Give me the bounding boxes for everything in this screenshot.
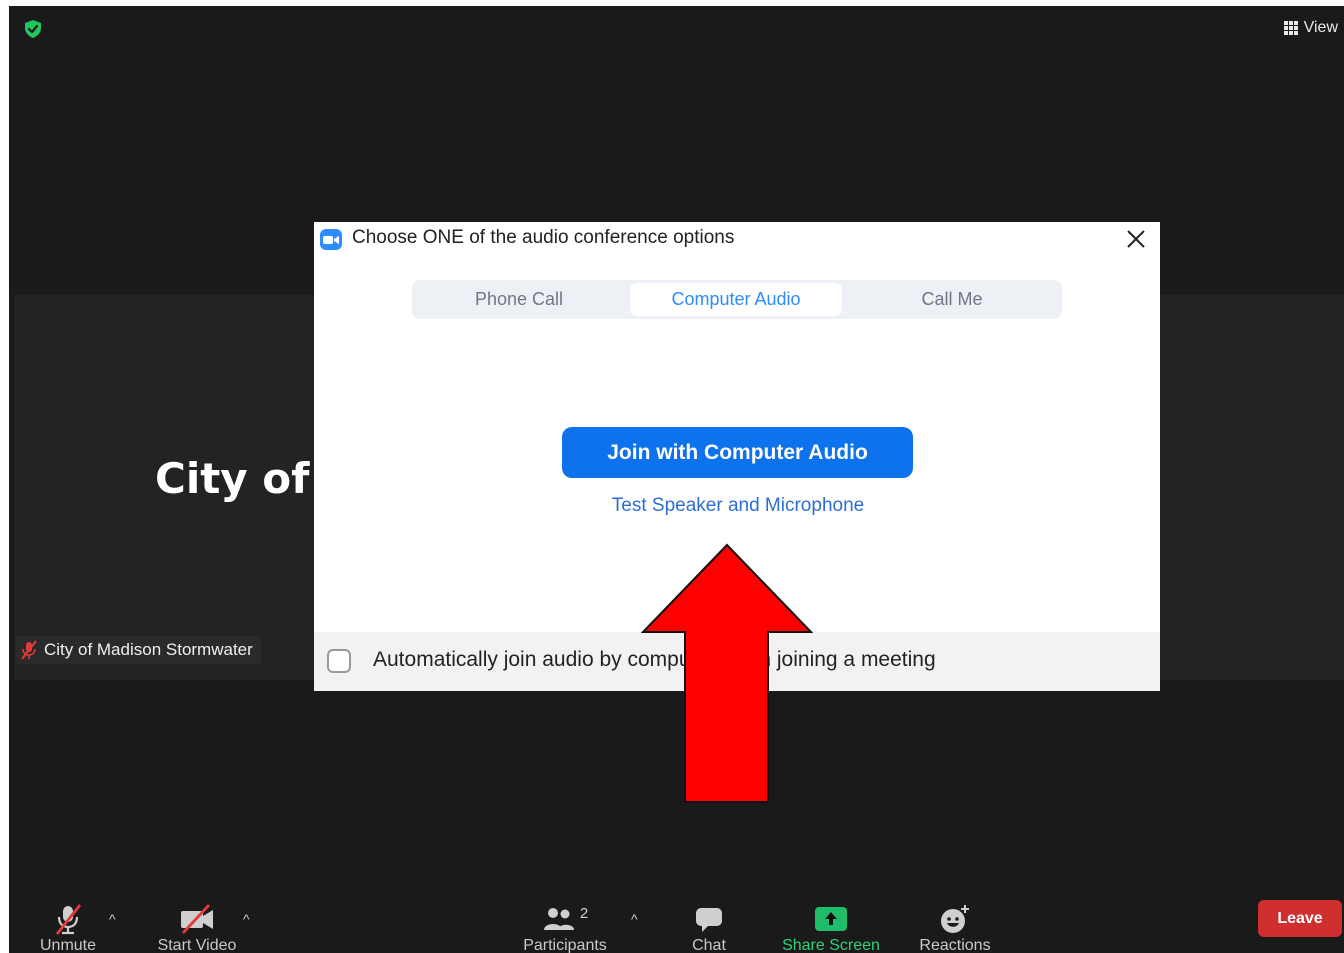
- participants-count: 2: [579, 905, 589, 922]
- join-computer-audio-button[interactable]: Join with Computer Audio: [562, 427, 913, 478]
- reactions-label: Reactions: [919, 937, 991, 953]
- audio-option-tabs: Phone Call Computer Audio Call Me: [412, 280, 1062, 319]
- video-options-caret[interactable]: ^: [243, 911, 250, 927]
- audio-options-caret[interactable]: ^: [109, 911, 116, 927]
- unmute-label: Unmute: [39, 937, 97, 953]
- unmute-button[interactable]: Unmute: [37, 903, 99, 953]
- chat-icon: [696, 908, 722, 932]
- share-screen-button[interactable]: Share Screen: [781, 903, 881, 953]
- red-arrow-annotation: [641, 543, 813, 803]
- shield-check-icon[interactable]: [23, 19, 43, 39]
- tab-phone-call[interactable]: Phone Call: [415, 283, 623, 316]
- participants-button[interactable]: 2 Participants: [519, 903, 611, 953]
- dialog-title: Choose ONE of the audio conference optio…: [352, 227, 735, 248]
- auto-join-checkbox[interactable]: [327, 649, 351, 673]
- grid-icon: [1283, 21, 1298, 35]
- participants-label: Participants: [523, 937, 607, 953]
- tab-computer-audio[interactable]: Computer Audio: [630, 283, 842, 316]
- reactions-icon: [941, 905, 969, 933]
- reactions-button[interactable]: Reactions: [915, 903, 995, 953]
- view-label: View: [1303, 19, 1338, 36]
- tab-call-me[interactable]: Call Me: [848, 283, 1056, 316]
- zoom-logo-icon: [320, 229, 342, 250]
- participant-name: City of Madison Stormwater: [44, 640, 253, 659]
- share-screen-icon: [815, 907, 847, 931]
- test-speaker-mic-link[interactable]: Test Speaker and Microphone: [536, 495, 940, 517]
- view-button[interactable]: View: [1283, 16, 1338, 40]
- mic-muted-icon: [55, 904, 82, 935]
- leave-button[interactable]: Leave: [1258, 900, 1342, 937]
- participant-display-name: City of: [155, 454, 310, 503]
- start-video-label: Start Video: [157, 937, 237, 953]
- participants-icon: [543, 908, 574, 930]
- chat-button[interactable]: Chat: [687, 903, 731, 953]
- mic-muted-icon: [21, 640, 37, 660]
- meeting-toolbar: Unmute ^ Start Video ^ 2 Participants ^ …: [9, 889, 1344, 953]
- participant-name-tag: City of Madison Stormwater: [16, 636, 261, 664]
- chat-label: Chat: [692, 937, 726, 953]
- participants-options-caret[interactable]: ^: [631, 911, 638, 927]
- share-screen-label: Share Screen: [782, 937, 880, 953]
- close-icon[interactable]: [1122, 225, 1150, 253]
- start-video-button[interactable]: Start Video: [155, 903, 239, 953]
- video-off-icon: [181, 904, 213, 934]
